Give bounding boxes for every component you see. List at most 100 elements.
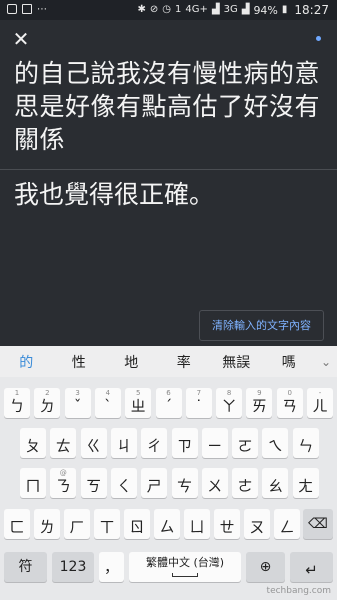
zhuyin-key[interactable]: ㄊ (50, 428, 77, 458)
zhuyin-key[interactable]: ㄐ (110, 428, 137, 458)
key-main-label: ㄛ (237, 437, 253, 455)
key-main-label: ㄐ (116, 437, 132, 455)
chevron-down-icon[interactable]: ⌄ (315, 355, 337, 369)
key-main-label: ㄕ (146, 477, 162, 495)
zhuyin-key[interactable]: ㄍ (80, 428, 107, 458)
zhuyin-key[interactable]: 6ˊ (155, 388, 182, 418)
key-main-label: ㄢ (282, 397, 298, 415)
zhuyin-key[interactable]: ㄛ (232, 428, 259, 458)
suggestion-item[interactable]: 地 (105, 352, 158, 372)
key-row-4: ㄈㄌㄏㄒㄖㄙㄩㄝㄡㄥ ⌫ (0, 509, 337, 545)
language-switch-key[interactable]: ⊕ (246, 552, 285, 582)
key-main-label: ㄘ (176, 477, 192, 495)
key-main-label: ㄥ (279, 518, 295, 536)
zhuyin-key[interactable]: ㄘ (171, 468, 198, 498)
suggestion-item[interactable]: 率 (158, 352, 211, 372)
zhuyin-key[interactable]: ㄥ (274, 509, 300, 539)
zhuyin-key[interactable]: 4ˋ (94, 388, 121, 418)
zhuyin-key[interactable]: ㄖ (124, 509, 150, 539)
zhuyin-key[interactable]: ㄒ (94, 509, 120, 539)
key-main-label: ㄖ (129, 518, 145, 536)
key-main-label: ㄍ (86, 437, 102, 455)
clear-input-button[interactable]: 清除輸入的文字內容 (199, 310, 324, 341)
key-main-label: ㄊ (55, 437, 71, 455)
suggestion-item[interactable]: 嗎 (263, 352, 316, 372)
key-main-label: ㄙ (159, 518, 175, 536)
dots-icon: ⋯ (37, 4, 47, 15)
zhuyin-key[interactable]: ㄇ (20, 468, 46, 498)
zhuyin-key[interactable]: ㄔ (141, 428, 168, 458)
zhuyin-key[interactable]: 0ㄢ (276, 388, 303, 418)
zhuyin-key[interactable]: ㄑ (110, 468, 137, 498)
key-main-label: ㄨ (207, 477, 223, 495)
key-row-5: 符 123 ， 繁體中文 (台灣) ⊕ ↵ (0, 552, 337, 588)
space-bar[interactable]: 繁體中文 (台灣) (129, 552, 241, 582)
key-main-label: ㄒ (99, 518, 115, 536)
comma-key[interactable]: ， (99, 552, 124, 582)
numbers-key-label: 123 (59, 559, 87, 575)
key-main-label: ㄎ (86, 477, 102, 495)
zhuyin-key[interactable]: ㄙ (154, 509, 180, 539)
key-main-label: ㄗ (176, 437, 192, 455)
backspace-icon: ⌫ (308, 516, 328, 532)
suggestion-item[interactable]: 無誤 (210, 352, 263, 372)
zhuyin-key[interactable]: ㄝ (214, 509, 240, 539)
zhuyin-key[interactable]: ㄣ (292, 428, 319, 458)
symbols-key-label: 符 (18, 559, 33, 575)
suggestion-item[interactable]: 性 (53, 352, 106, 372)
zhuyin-key[interactable]: 9ㄞ (246, 388, 273, 418)
zhuyin-key[interactable]: ㄜ (232, 468, 259, 498)
zhuyin-key[interactable]: ㄧ (201, 428, 228, 458)
clock: 18:27 (294, 3, 329, 17)
zhuyin-key[interactable]: ㄡ (244, 509, 270, 539)
key-main-label: ㄏ (69, 518, 85, 536)
key-main-label: ㄩ (189, 518, 205, 536)
zhuyin-key[interactable]: ㄟ (262, 428, 289, 458)
zhuyin-key[interactable]: ㄌ (34, 509, 60, 539)
transcribed-text-lower: 我也覺得很正確。 (14, 180, 215, 209)
battery-percent: 94% (253, 3, 278, 17)
gallery-icon (7, 4, 17, 14)
key-main-label: ㄟ (267, 437, 283, 455)
comma-key-label: ， (103, 558, 119, 576)
close-button[interactable]: ✕ (10, 28, 32, 50)
zhuyin-key[interactable]: ㄕ (141, 468, 168, 498)
zhuyin-key[interactable]: ㄈ (4, 509, 30, 539)
text-divider (0, 169, 337, 170)
zhuyin-key[interactable]: ㄎ (80, 468, 107, 498)
enter-icon: ↵ (305, 561, 318, 579)
backspace-key[interactable]: ⌫ (303, 509, 333, 539)
zhuyin-key[interactable]: ㄗ (171, 428, 198, 458)
zhuyin-key[interactable]: ㄏ (64, 509, 90, 539)
key-main-label: ㄠ (267, 477, 283, 495)
zhuyin-key[interactable]: ㄆ (20, 428, 46, 458)
zhuyin-key[interactable]: @ ㄋ (50, 468, 77, 498)
key-main-label: ㄚ (221, 397, 237, 415)
zhuyin-key[interactable]: 7 ˙ (185, 388, 212, 418)
key-main-label: ㄡ (249, 518, 265, 536)
sim-label: 1 (175, 4, 182, 15)
space-bar-label: 繁體中文 (台灣) (145, 556, 225, 569)
zhuyin-key[interactable]: 5ㄓ (125, 388, 152, 418)
numbers-key[interactable]: 123 (52, 552, 94, 582)
symbols-key[interactable]: 符 (4, 552, 47, 582)
key-main-label: ˇ (73, 397, 82, 415)
zhuyin-key[interactable]: 3ˇ (64, 388, 91, 418)
zhuyin-key[interactable]: ㄠ (262, 468, 289, 498)
zhuyin-key[interactable]: 8ㄚ (216, 388, 243, 418)
enter-key[interactable]: ↵ (290, 552, 333, 582)
zhuyin-key[interactable]: ㄨ (201, 468, 228, 498)
key-main-label: ㄣ (298, 437, 314, 455)
key-main-label: ㄇ (25, 477, 41, 495)
signal-icon: ▟ (211, 4, 220, 15)
key-main-label: ˙ (195, 397, 203, 415)
alarm-icon: ◷ (162, 4, 172, 15)
zhuyin-key[interactable]: ㄤ (292, 468, 319, 498)
zhuyin-key[interactable]: 1ㄅ (4, 388, 30, 418)
key-row-3: ㄇ @ ㄋㄎㄑㄕㄘㄨㄜㄠㄤ (0, 468, 337, 504)
zhuyin-key[interactable]: -ㄦ (307, 388, 333, 418)
zhuyin-key[interactable]: ㄩ (184, 509, 210, 539)
suggestion-item[interactable]: 的 (0, 352, 53, 372)
zhuyin-key[interactable]: 2ㄉ (34, 388, 61, 418)
key-main-label: ㄝ (219, 518, 235, 536)
